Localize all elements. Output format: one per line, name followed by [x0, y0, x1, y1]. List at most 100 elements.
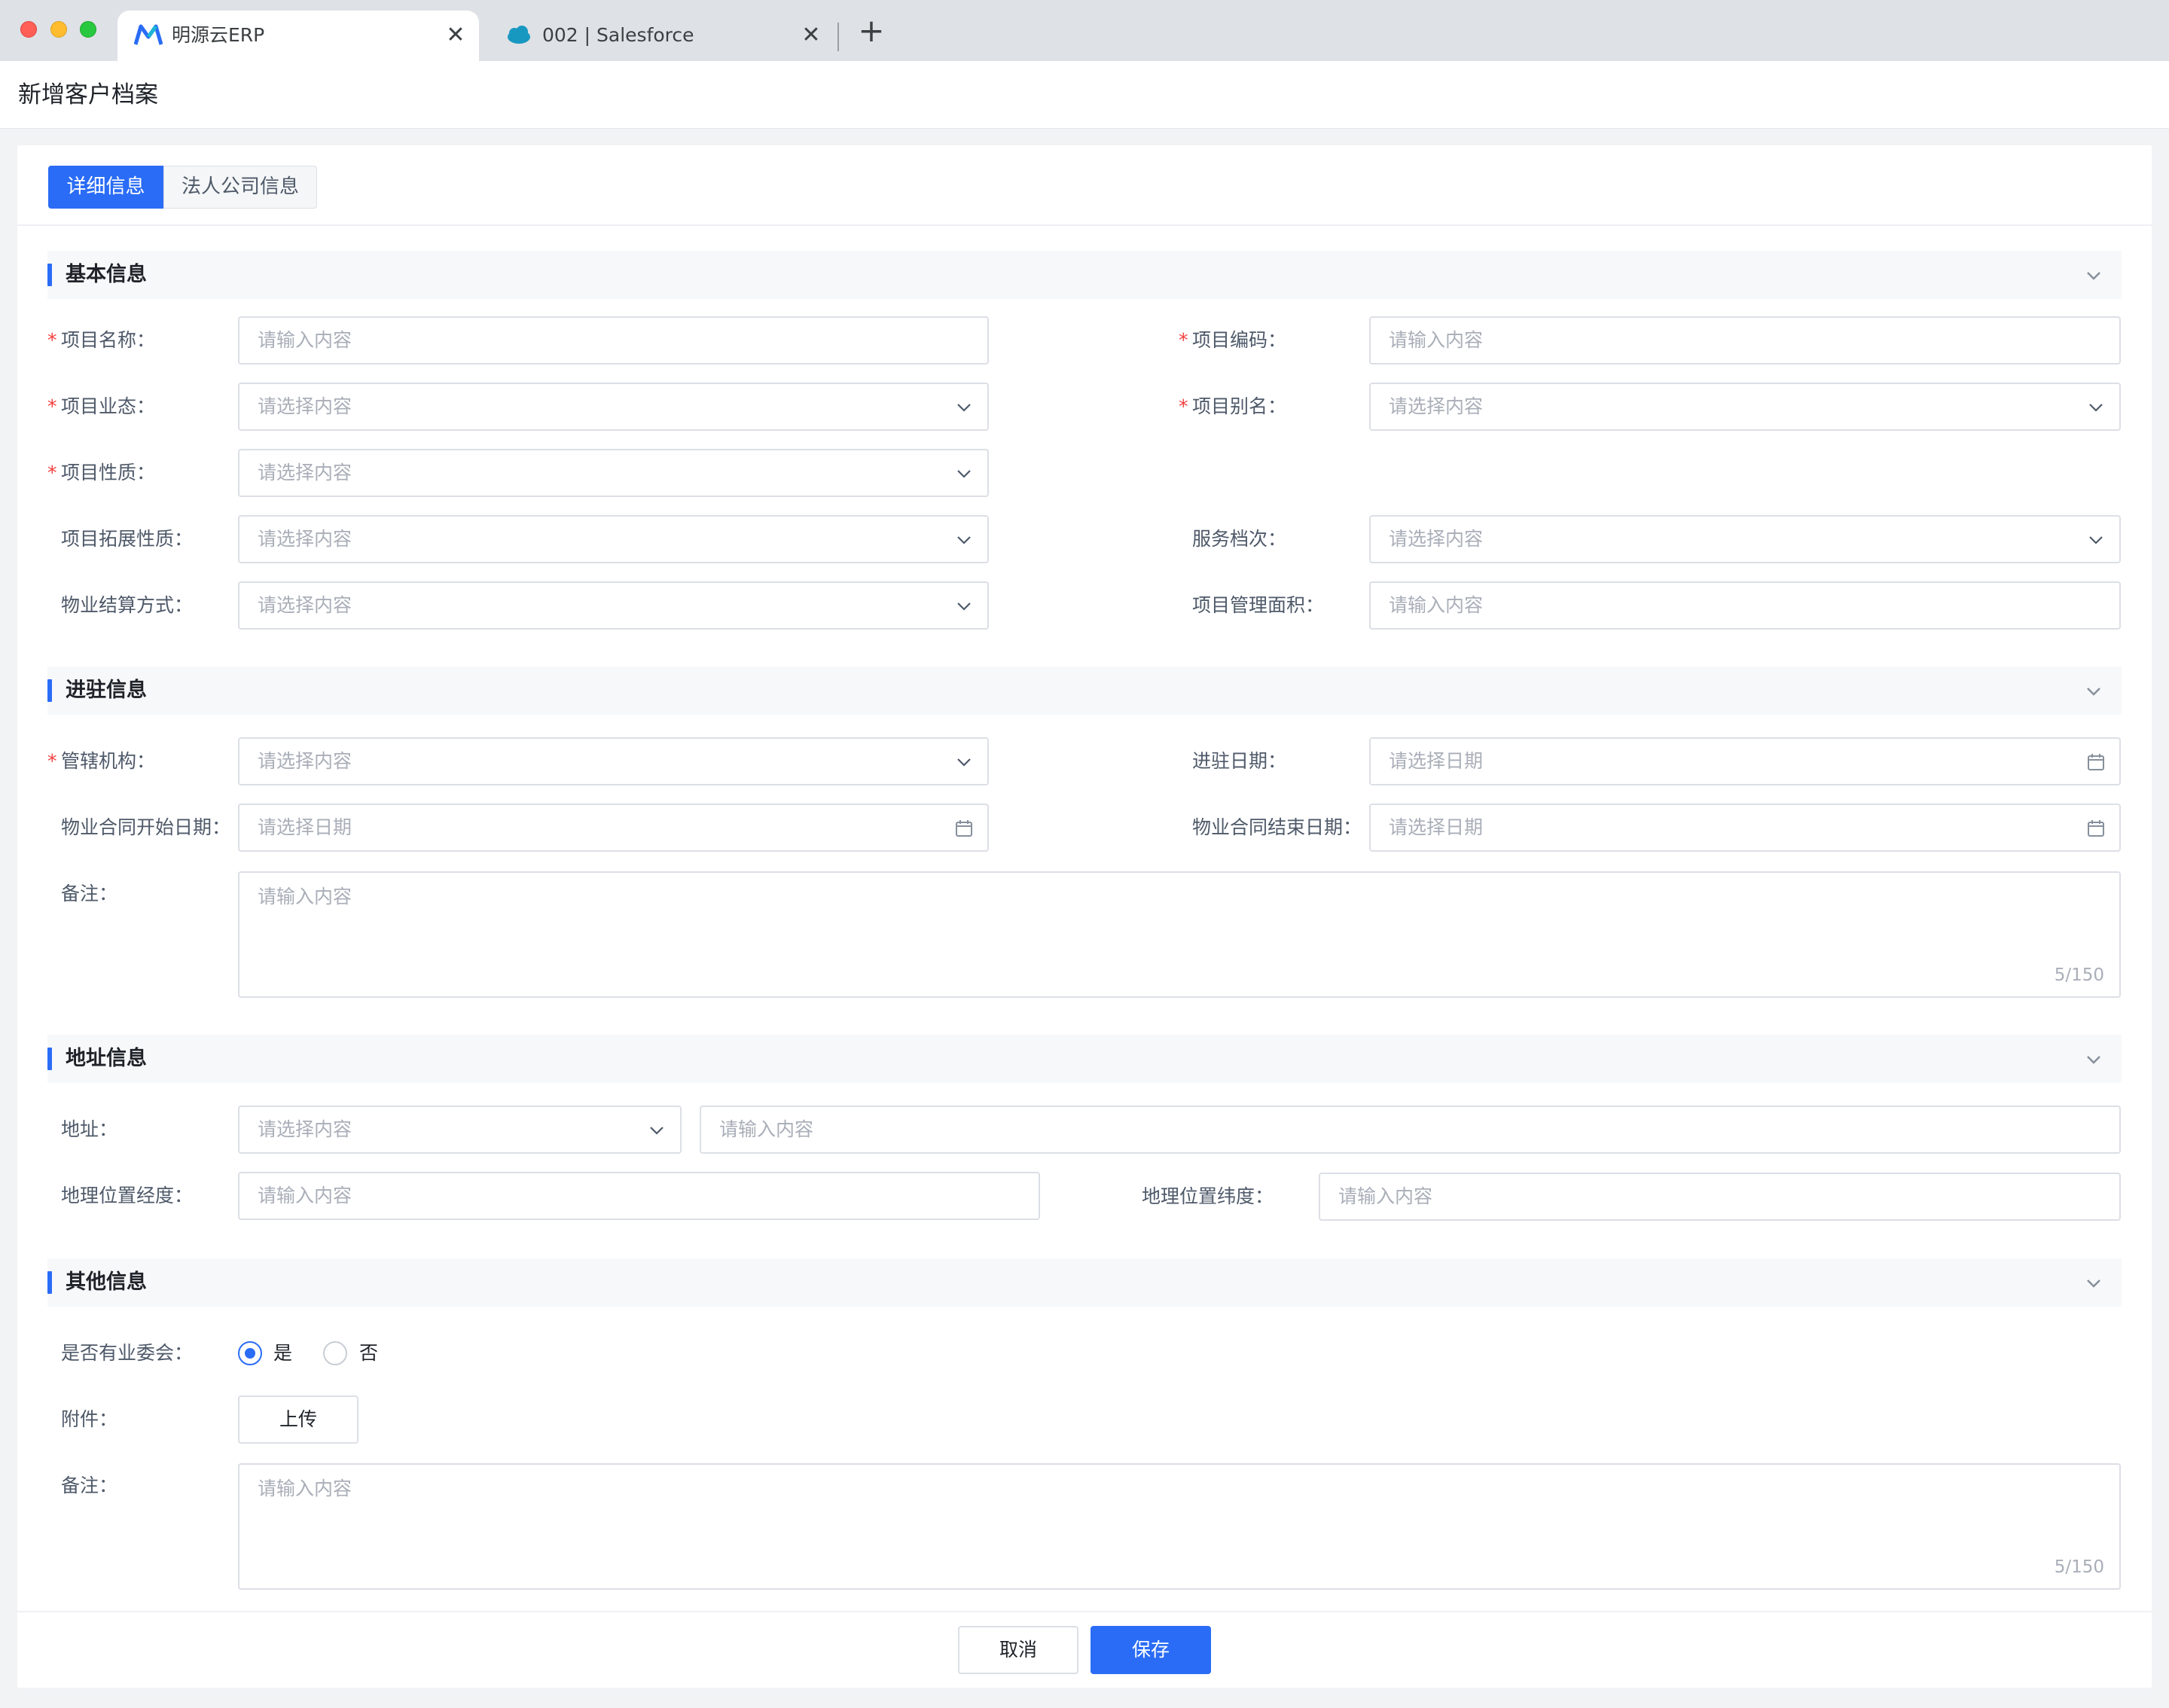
project-alias-select[interactable]: 请选择内容: [1369, 383, 2121, 431]
placeholder: 请选择日期: [1389, 750, 1484, 772]
cancel-button[interactable]: 取消: [958, 1626, 1078, 1674]
contract-start-date-picker[interactable]: 请选择日期: [238, 804, 989, 852]
entry-remark-textarea[interactable]: 请输入内容 5/150: [238, 871, 2121, 998]
entry-date-picker[interactable]: 请选择日期: [1369, 737, 2121, 785]
section-accent-bar: [47, 679, 52, 702]
calendar-icon: [2088, 820, 2104, 837]
section-header-basic[interactable]: 基本信息: [47, 251, 2122, 299]
other-remark-label: 备注：: [61, 1475, 118, 1496]
section-accent-bar: [47, 264, 52, 286]
committee-no-radio[interactable]: [323, 1341, 347, 1365]
chevron-down-icon[interactable]: [2084, 1273, 2103, 1293]
managed-area-input[interactable]: 请输入内容: [1369, 581, 2121, 630]
page-header: 新增客户档案: [0, 61, 2169, 129]
upload-button[interactable]: 上传: [238, 1395, 358, 1444]
tab-detail-info[interactable]: 详细信息: [48, 166, 163, 209]
divider: [17, 224, 2152, 226]
jurisdiction-select[interactable]: 请选择内容: [238, 737, 989, 785]
chevron-down-icon: [957, 758, 971, 767]
other-remark-textarea[interactable]: 请输入内容 5/150: [238, 1463, 2121, 1590]
project-nature-select[interactable]: 请选择内容: [238, 449, 989, 497]
browser-tab-title: 明源云ERP: [172, 24, 265, 46]
address-detail-input[interactable]: 请输入内容: [700, 1106, 2121, 1154]
project-code-input[interactable]: 请输入内容: [1369, 316, 2121, 364]
placeholder: 请选择内容: [258, 528, 352, 550]
placeholder: 请输入内容: [258, 1185, 352, 1206]
browser-tab-bar: 明源云ERP ✕ 002 | Salesforce ✕ +: [0, 0, 2169, 61]
placeholder: 请选择日期: [258, 816, 352, 838]
settlement-method-select[interactable]: 请选择内容: [238, 581, 989, 630]
window-minimize-button[interactable]: [50, 21, 67, 38]
browser-tab-erp[interactable]: 明源云ERP ✕: [117, 11, 479, 61]
char-counter: 5/150: [2054, 1557, 2104, 1577]
window-close-button[interactable]: [20, 21, 37, 38]
service-level-label: 服务档次：: [1192, 528, 1287, 550]
chevron-down-icon[interactable]: [2084, 682, 2103, 701]
committee-yes-label[interactable]: 是: [273, 1340, 292, 1367]
section-header-entry[interactable]: 进驻信息: [47, 666, 2122, 715]
browser-tab-salesforce[interactable]: 002 | Salesforce ✕: [488, 11, 834, 61]
chevron-down-icon[interactable]: [2084, 1050, 2103, 1069]
committee-label: 是否有业委会：: [61, 1342, 194, 1364]
service-level-select[interactable]: 请选择内容: [1369, 515, 2121, 563]
placeholder: 请输入内容: [258, 1478, 352, 1499]
save-button[interactable]: 保存: [1091, 1626, 1211, 1674]
placeholder: 请选择内容: [1389, 528, 1484, 550]
longitude-input[interactable]: 请输入内容: [238, 1172, 1040, 1220]
project-code-label: 项目编码：: [1192, 329, 1287, 351]
contract-end-label: 物业合同结束日期：: [1192, 816, 1362, 838]
placeholder: 请选择日期: [1389, 816, 1484, 838]
placeholder: 请选择内容: [258, 594, 352, 616]
calendar-icon: [2088, 754, 2104, 770]
chevron-down-icon[interactable]: [2084, 266, 2103, 285]
new-tab-button[interactable]: +: [857, 15, 886, 47]
chevron-down-icon: [957, 404, 971, 412]
required-asterisk: *: [47, 462, 57, 483]
mingyuan-logo-icon: [134, 24, 163, 45]
project-name-input[interactable]: 请输入内容: [238, 316, 989, 364]
section-header-other[interactable]: 其他信息: [47, 1258, 2122, 1307]
tab-legal-company-info[interactable]: 法人公司信息: [163, 166, 317, 209]
close-tab-icon[interactable]: ✕: [443, 23, 468, 48]
required-asterisk: *: [47, 395, 57, 417]
address-region-select[interactable]: 请选择内容: [238, 1106, 682, 1154]
committee-no-label[interactable]: 否: [359, 1340, 378, 1367]
project-ext-nature-label: 项目拓展性质：: [61, 528, 194, 550]
close-tab-icon[interactable]: ✕: [798, 23, 824, 48]
latitude-input[interactable]: 请输入内容: [1319, 1173, 2121, 1221]
project-format-label: 项目业态：: [61, 395, 156, 417]
char-counter: 5/150: [2054, 965, 2104, 985]
window-zoom-button[interactable]: [80, 21, 96, 38]
placeholder: 请选择内容: [258, 1118, 352, 1140]
committee-yes-radio[interactable]: [238, 1341, 262, 1365]
placeholder: 请输入内容: [1389, 594, 1484, 616]
managed-area-label: 项目管理面积：: [1192, 594, 1325, 616]
section-title: 其他信息: [66, 1270, 147, 1294]
entry-date-label: 进驻日期：: [1192, 750, 1287, 772]
browser-tab-title: 002 | Salesforce: [542, 24, 694, 46]
section-title: 进驻信息: [66, 679, 147, 702]
address-label: 地址：: [61, 1118, 118, 1140]
placeholder: 请输入内容: [1389, 329, 1484, 351]
section-accent-bar: [47, 1048, 52, 1070]
contract-end-date-picker[interactable]: 请选择日期: [1369, 804, 2121, 852]
jurisdiction-label: 管辖机构：: [61, 750, 156, 772]
project-ext-nature-select[interactable]: 请选择内容: [238, 515, 989, 563]
required-asterisk: *: [47, 329, 57, 351]
placeholder: 请输入内容: [719, 1118, 814, 1140]
placeholder: 请选择内容: [1389, 395, 1484, 417]
chevron-down-icon: [2089, 536, 2103, 544]
placeholder: 请输入内容: [258, 329, 352, 351]
placeholder: 请选择内容: [258, 462, 352, 483]
project-format-select[interactable]: 请选择内容: [238, 383, 989, 431]
attachment-label: 附件：: [61, 1408, 118, 1430]
placeholder: 请选择内容: [258, 750, 352, 772]
tab-separator: [837, 23, 839, 51]
project-name-label: 项目名称：: [61, 329, 156, 351]
form-card: 详细信息 法人公司信息 基本信息 * 项目名称： 请输入内容 * 项目编码： 请…: [17, 145, 2152, 1688]
chevron-down-icon: [957, 470, 971, 478]
footer-divider: [17, 1611, 2152, 1612]
salesforce-cloud-icon: [508, 26, 530, 44]
section-header-address[interactable]: 地址信息: [47, 1035, 2122, 1083]
required-asterisk: *: [1179, 395, 1188, 417]
